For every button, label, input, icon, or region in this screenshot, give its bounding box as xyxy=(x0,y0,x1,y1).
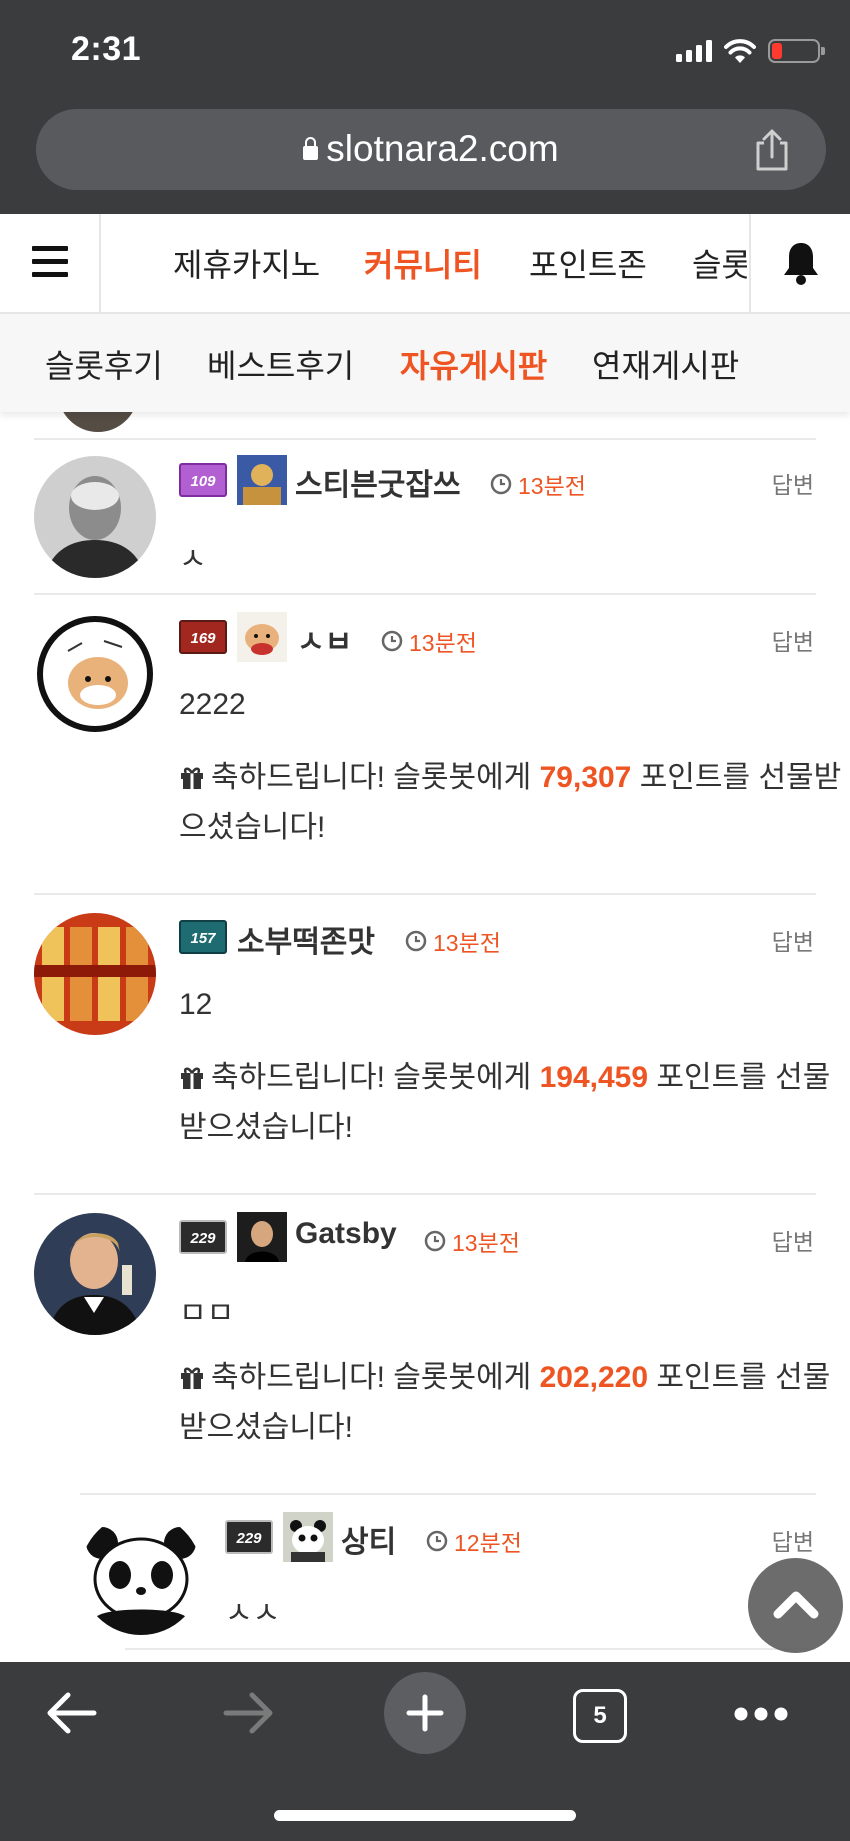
comment-author[interactable]: Gatsby xyxy=(295,1217,397,1251)
status-time: 2:31 xyxy=(71,30,142,68)
browser-bottom-toolbar: 5 xyxy=(0,1662,850,1841)
gift-notice: 축하드립니다! 슬롯봇에게 194,459 포인트를 선물받으셨습니다! xyxy=(179,1061,831,1144)
clock-icon xyxy=(405,930,427,952)
home-indicator xyxy=(274,1810,576,1821)
divider xyxy=(34,893,816,895)
back-arrow-icon[interactable] xyxy=(44,1690,100,1736)
sub-nav-slot-review[interactable]: 슬롯후기 xyxy=(45,341,163,387)
reply-button[interactable]: 답변 xyxy=(772,1523,814,1557)
comment-body: 12 xyxy=(179,988,213,1021)
comment-body: 2222 xyxy=(179,688,246,721)
reply-button[interactable]: 답변 xyxy=(772,466,814,500)
level-badge: 109 xyxy=(179,463,227,497)
comment-time: 12분전 xyxy=(426,1524,522,1558)
status-icons xyxy=(676,36,825,66)
level-badge: 157 xyxy=(179,920,227,954)
level-badge: 229 xyxy=(225,1520,273,1554)
user-icon-image xyxy=(237,612,287,662)
level-badge: 169 xyxy=(179,620,227,654)
user-icon-image xyxy=(283,1512,333,1562)
wifi-icon xyxy=(724,39,756,63)
notification-button[interactable] xyxy=(749,214,850,312)
gift-points: 194,459 xyxy=(539,1061,649,1094)
forward-arrow-icon[interactable] xyxy=(220,1690,276,1736)
sub-nav-best-review[interactable]: 베스트후기 xyxy=(207,341,354,387)
comment-body: ㅅㅅ xyxy=(225,1597,281,1630)
board-sub-nav: 슬롯후기 베스트후기 자유게시판 연재게시판 xyxy=(0,314,850,412)
avatar[interactable] xyxy=(34,456,156,578)
user-icon-image xyxy=(237,455,287,505)
divider xyxy=(125,1648,816,1650)
comment-time: 13분전 xyxy=(490,467,586,501)
gift-icon xyxy=(181,1067,203,1089)
avatar[interactable] xyxy=(34,1213,156,1335)
comment-author[interactable]: 소부떡존맛 xyxy=(237,917,375,961)
divider xyxy=(34,438,816,440)
scroll-to-top-button[interactable] xyxy=(748,1558,843,1653)
gift-notice: 축하드립니다! 슬롯봇에게 202,220 포인트를 선물받으셨습니다! xyxy=(179,1361,831,1444)
gift-points: 79,307 xyxy=(539,761,632,794)
url-display[interactable]: slotnara2.com xyxy=(36,128,826,170)
divider xyxy=(34,593,816,595)
avatar xyxy=(58,412,138,432)
comment-author[interactable]: ㅅㅂ xyxy=(297,617,352,661)
gift-notice: 축하드립니다! 슬롯봇에게 79,307 포인트를 선물받으셨습니다! xyxy=(179,761,842,844)
sub-nav-free-board[interactable]: 자유게시판 xyxy=(400,341,547,387)
tabs-button[interactable]: 5 xyxy=(573,1689,627,1743)
divider xyxy=(34,1193,816,1195)
reply-button[interactable]: 답변 xyxy=(772,623,814,657)
comment-author[interactable]: 스티븐굿잡쓰 xyxy=(295,460,461,504)
avatar[interactable] xyxy=(34,613,156,735)
hamburger-menu-button[interactable] xyxy=(0,214,101,312)
more-options-icon[interactable] xyxy=(733,1706,789,1722)
divider xyxy=(80,1493,816,1495)
avatar[interactable] xyxy=(34,913,156,1035)
nav-item-slot[interactable]: 슬롯 xyxy=(692,240,747,286)
bell-icon xyxy=(784,243,818,285)
comment-time: 13분전 xyxy=(424,1224,520,1258)
nav-item-point-zone[interactable]: 포인트존 xyxy=(529,240,647,286)
nav-item-community[interactable]: 커뮤니티 xyxy=(364,240,482,286)
url-bar[interactable]: slotnara2.com xyxy=(36,109,826,190)
sub-nav-serial-board[interactable]: 연재게시판 xyxy=(592,341,739,387)
gift-points: 202,220 xyxy=(539,1361,649,1394)
share-icon[interactable] xyxy=(750,127,794,173)
avatar[interactable] xyxy=(80,1513,202,1635)
user-icon-image xyxy=(237,1212,287,1262)
comment-time: 13분전 xyxy=(381,624,477,658)
browser-top-chrome: 2:31 slotnara2.com xyxy=(0,0,850,214)
cellular-signal-icon xyxy=(676,40,712,62)
comment-list: 109 스티븐굿잡쓰 13분전 답변 ㅅ 169 ㅅㅂ 13분전 답변 2222… xyxy=(0,412,850,1662)
main-nav: 제휴카지노 커뮤니티 포인트존 슬롯 xyxy=(103,214,747,312)
level-badge: 229 xyxy=(179,1220,227,1254)
comment-body: ㅅ xyxy=(179,543,207,576)
comment-body: ㅁㅁ xyxy=(179,1297,235,1330)
plus-icon xyxy=(406,1694,444,1732)
gift-icon xyxy=(181,767,203,789)
battery-icon xyxy=(768,39,825,63)
chevron-up-icon xyxy=(773,1591,819,1619)
reply-button[interactable]: 답변 xyxy=(772,923,814,957)
clock-icon xyxy=(424,1230,446,1252)
clock-icon xyxy=(381,630,403,652)
clock-icon xyxy=(490,473,512,495)
site-header: 제휴카지노 커뮤니티 포인트존 슬롯 xyxy=(0,214,850,314)
new-tab-button[interactable] xyxy=(384,1672,466,1754)
comment-author[interactable]: 상티 xyxy=(341,1517,396,1561)
nav-item-partner-casino[interactable]: 제휴카지노 xyxy=(173,240,320,286)
gift-icon xyxy=(181,1367,203,1389)
clock-icon xyxy=(426,1530,448,1552)
url-text: slotnara2.com xyxy=(326,128,559,169)
reply-button[interactable]: 답변 xyxy=(772,1223,814,1257)
lock-icon xyxy=(303,137,319,160)
comment-time: 13분전 xyxy=(405,924,501,958)
